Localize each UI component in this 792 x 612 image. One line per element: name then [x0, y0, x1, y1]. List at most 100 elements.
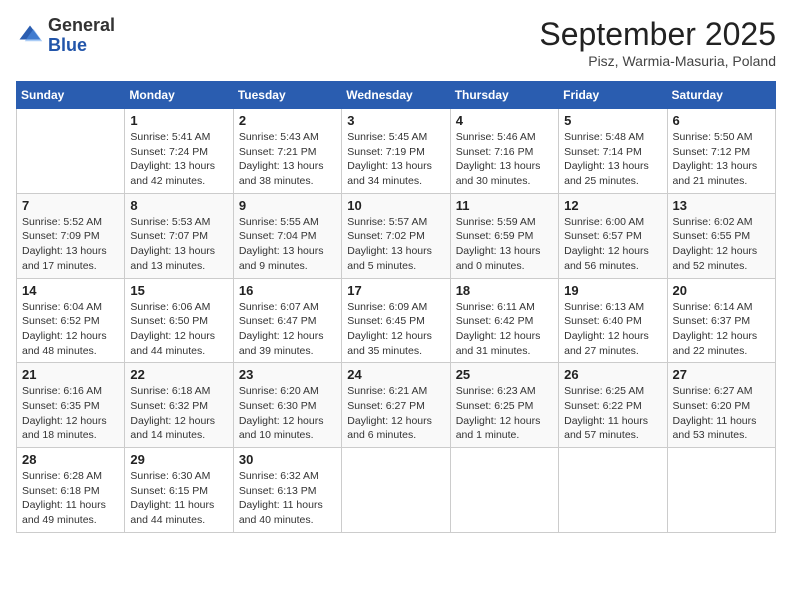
cell-info-text: Sunrise: 6:00 AM Sunset: 6:57 PM Dayligh…: [564, 215, 661, 274]
cell-date-number: 30: [239, 452, 336, 467]
calendar-cell: 26Sunrise: 6:25 AM Sunset: 6:22 PM Dayli…: [559, 363, 667, 448]
calendar-cell: 9 Sunrise: 5:55 AM Sunset: 7:04 PM Daylig…: [233, 193, 341, 278]
cell-info-text: Sunrise: 5:53 AM Sunset: 7:07 PM Dayligh…: [130, 215, 227, 274]
cell-info-text: Sunrise: 6:18 AM Sunset: 6:32 PM Dayligh…: [130, 384, 227, 443]
calendar-cell: 24 Sunrise: 6:21 AM Sunset: 6:27 PM Dayli…: [342, 363, 450, 448]
cell-date-number: 3: [347, 113, 444, 128]
calendar-week-row: 1 Sunrise: 5:41 AM Sunset: 7:24 PM Daylig…: [17, 109, 776, 194]
calendar-cell: 2 Sunrise: 5:43 AM Sunset: 7:21 PM Daylig…: [233, 109, 341, 194]
header: General Blue September 2025 Pisz, Warmia…: [16, 16, 776, 69]
cell-date-number: 28: [22, 452, 119, 467]
calendar-cell: [667, 448, 775, 533]
calendar-cell: 17 Sunrise: 6:09 AM Sunset: 6:45 PM Dayli…: [342, 278, 450, 363]
cell-info-text: Sunrise: 6:32 AM Sunset: 6:13 PM Dayligh…: [239, 469, 336, 528]
calendar-cell: 8 Sunrise: 5:53 AM Sunset: 7:07 PM Daylig…: [125, 193, 233, 278]
month-title: September 2025: [539, 16, 776, 53]
cell-info-text: Sunrise: 6:09 AM Sunset: 6:45 PM Dayligh…: [347, 300, 444, 359]
cell-info-text: Sunrise: 6:07 AM Sunset: 6:47 PM Dayligh…: [239, 300, 336, 359]
weekday-header-friday: Friday: [559, 82, 667, 109]
calendar-cell: 23Sunrise: 6:20 AM Sunset: 6:30 PM Dayli…: [233, 363, 341, 448]
cell-info-text: Sunrise: 5:43 AM Sunset: 7:21 PM Dayligh…: [239, 130, 336, 189]
cell-info-text: Sunrise: 6:14 AM Sunset: 6:37 PM Dayligh…: [673, 300, 770, 359]
cell-info-text: Sunrise: 5:57 AM Sunset: 7:02 PM Dayligh…: [347, 215, 444, 274]
cell-date-number: 23: [239, 367, 336, 382]
weekday-header-sunday: Sunday: [17, 82, 125, 109]
cell-date-number: 11: [456, 198, 553, 213]
cell-date-number: 15: [130, 283, 227, 298]
cell-info-text: Sunrise: 6:23 AM Sunset: 6:25 PM Dayligh…: [456, 384, 553, 443]
cell-info-text: Sunrise: 6:30 AM Sunset: 6:15 PM Dayligh…: [130, 469, 227, 528]
cell-info-text: Sunrise: 5:45 AM Sunset: 7:19 PM Dayligh…: [347, 130, 444, 189]
weekday-header-thursday: Thursday: [450, 82, 558, 109]
cell-info-text: Sunrise: 6:06 AM Sunset: 6:50 PM Dayligh…: [130, 300, 227, 359]
calendar-cell: 22 Sunrise: 6:18 AM Sunset: 6:32 PM Dayli…: [125, 363, 233, 448]
cell-info-text: Sunrise: 5:46 AM Sunset: 7:16 PM Dayligh…: [456, 130, 553, 189]
cell-info-text: Sunrise: 6:28 AM Sunset: 6:18 PM Dayligh…: [22, 469, 119, 528]
cell-info-text: Sunrise: 6:13 AM Sunset: 6:40 PM Dayligh…: [564, 300, 661, 359]
calendar-cell: 12Sunrise: 6:00 AM Sunset: 6:57 PM Dayli…: [559, 193, 667, 278]
calendar-cell: 21 Sunrise: 6:16 AM Sunset: 6:35 PM Dayli…: [17, 363, 125, 448]
cell-date-number: 21: [22, 367, 119, 382]
cell-info-text: Sunrise: 6:02 AM Sunset: 6:55 PM Dayligh…: [673, 215, 770, 274]
cell-info-text: Sunrise: 5:50 AM Sunset: 7:12 PM Dayligh…: [673, 130, 770, 189]
calendar-cell: 14Sunrise: 6:04 AM Sunset: 6:52 PM Dayli…: [17, 278, 125, 363]
cell-date-number: 2: [239, 113, 336, 128]
cell-info-text: Sunrise: 5:41 AM Sunset: 7:24 PM Dayligh…: [130, 130, 227, 189]
cell-info-text: Sunrise: 6:21 AM Sunset: 6:27 PM Dayligh…: [347, 384, 444, 443]
calendar-cell: 30 Sunrise: 6:32 AM Sunset: 6:13 PM Dayli…: [233, 448, 341, 533]
calendar-cell: 3 Sunrise: 5:45 AM Sunset: 7:19 PM Daylig…: [342, 109, 450, 194]
cell-date-number: 10: [347, 198, 444, 213]
cell-info-text: Sunrise: 6:25 AM Sunset: 6:22 PM Dayligh…: [564, 384, 661, 443]
cell-date-number: 19: [564, 283, 661, 298]
weekday-header-monday: Monday: [125, 82, 233, 109]
cell-info-text: Sunrise: 5:59 AM Sunset: 6:59 PM Dayligh…: [456, 215, 553, 274]
cell-date-number: 18: [456, 283, 553, 298]
calendar-cell: 1 Sunrise: 5:41 AM Sunset: 7:24 PM Daylig…: [125, 109, 233, 194]
calendar-cell: [342, 448, 450, 533]
calendar-cell: 15 Sunrise: 6:06 AM Sunset: 6:50 PM Dayli…: [125, 278, 233, 363]
cell-info-text: Sunrise: 5:55 AM Sunset: 7:04 PM Dayligh…: [239, 215, 336, 274]
cell-date-number: 5: [564, 113, 661, 128]
calendar-header-row: SundayMondayTuesdayWednesdayThursdayFrid…: [17, 82, 776, 109]
calendar-week-row: 7Sunrise: 5:52 AM Sunset: 7:09 PM Daylig…: [17, 193, 776, 278]
cell-date-number: 25: [456, 367, 553, 382]
calendar-cell: [450, 448, 558, 533]
calendar-cell: 4 Sunrise: 5:46 AM Sunset: 7:16 PM Daylig…: [450, 109, 558, 194]
logo-blue-text: Blue: [48, 35, 87, 55]
cell-date-number: 1: [130, 113, 227, 128]
calendar-cell: 18 Sunrise: 6:11 AM Sunset: 6:42 PM Dayli…: [450, 278, 558, 363]
cell-date-number: 6: [673, 113, 770, 128]
cell-info-text: Sunrise: 5:48 AM Sunset: 7:14 PM Dayligh…: [564, 130, 661, 189]
cell-date-number: 13: [673, 198, 770, 213]
calendar-week-row: 21 Sunrise: 6:16 AM Sunset: 6:35 PM Dayli…: [17, 363, 776, 448]
cell-date-number: 9: [239, 198, 336, 213]
cell-date-number: 24: [347, 367, 444, 382]
calendar-cell: 25 Sunrise: 6:23 AM Sunset: 6:25 PM Dayli…: [450, 363, 558, 448]
calendar-cell: 6 Sunrise: 5:50 AM Sunset: 7:12 PM Daylig…: [667, 109, 775, 194]
cell-date-number: 20: [673, 283, 770, 298]
cell-info-text: Sunrise: 6:04 AM Sunset: 6:52 PM Dayligh…: [22, 300, 119, 359]
calendar-cell: 13 Sunrise: 6:02 AM Sunset: 6:55 PM Dayli…: [667, 193, 775, 278]
cell-date-number: 4: [456, 113, 553, 128]
cell-info-text: Sunrise: 6:16 AM Sunset: 6:35 PM Dayligh…: [22, 384, 119, 443]
cell-info-text: Sunrise: 5:52 AM Sunset: 7:09 PM Dayligh…: [22, 215, 119, 274]
calendar-cell: 19 Sunrise: 6:13 AM Sunset: 6:40 PM Dayli…: [559, 278, 667, 363]
calendar-table: SundayMondayTuesdayWednesdayThursdayFrid…: [16, 81, 776, 533]
location-subtitle: Pisz, Warmia-Masuria, Poland: [539, 53, 776, 69]
calendar-cell: 7Sunrise: 5:52 AM Sunset: 7:09 PM Daylig…: [17, 193, 125, 278]
calendar-cell: 20 Sunrise: 6:14 AM Sunset: 6:37 PM Dayli…: [667, 278, 775, 363]
cell-date-number: 22: [130, 367, 227, 382]
cell-date-number: 8: [130, 198, 227, 213]
cell-date-number: 16: [239, 283, 336, 298]
calendar-cell: [17, 109, 125, 194]
logo-icon: [16, 22, 44, 50]
calendar-cell: 27Sunrise: 6:27 AM Sunset: 6:20 PM Dayli…: [667, 363, 775, 448]
weekday-header-saturday: Saturday: [667, 82, 775, 109]
title-block: September 2025 Pisz, Warmia-Masuria, Pol…: [539, 16, 776, 69]
calendar-week-row: 14Sunrise: 6:04 AM Sunset: 6:52 PM Dayli…: [17, 278, 776, 363]
cell-info-text: Sunrise: 6:11 AM Sunset: 6:42 PM Dayligh…: [456, 300, 553, 359]
weekday-header-wednesday: Wednesday: [342, 82, 450, 109]
calendar-week-row: 28 Sunrise: 6:28 AM Sunset: 6:18 PM Dayli…: [17, 448, 776, 533]
logo: General Blue: [16, 16, 115, 56]
cell-date-number: 17: [347, 283, 444, 298]
